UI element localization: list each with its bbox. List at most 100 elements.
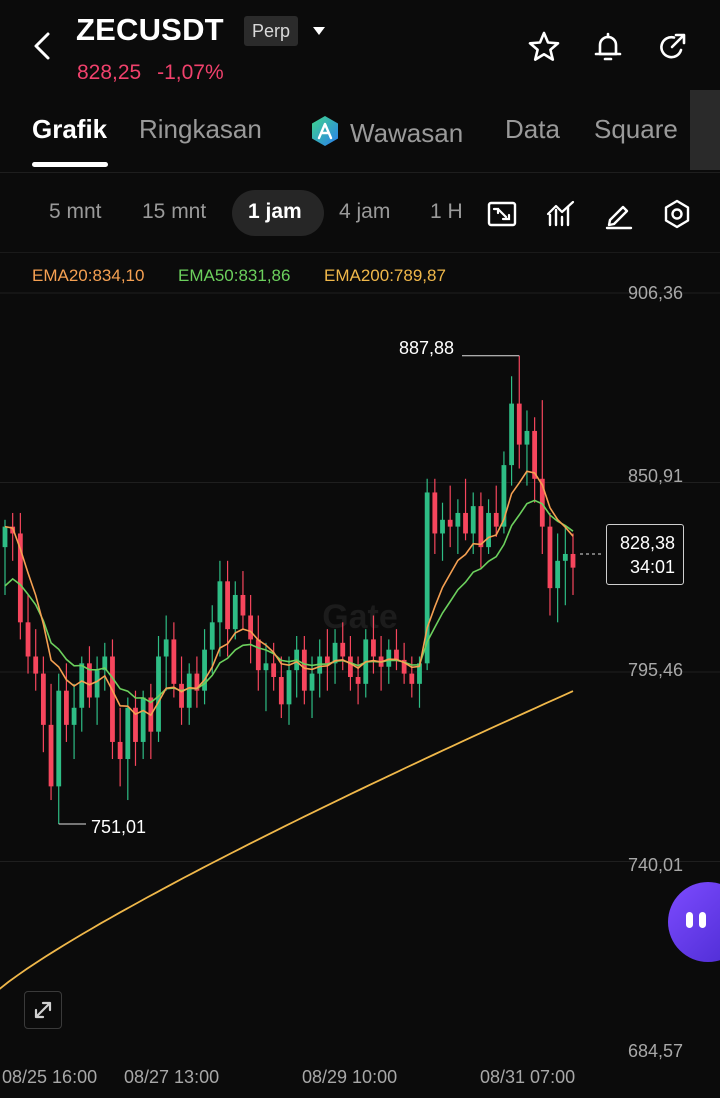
candle-body <box>386 649 392 667</box>
y-tick: 906,36 <box>628 283 684 303</box>
candle-body <box>179 683 184 708</box>
contract-badge: Perp <box>244 16 299 46</box>
candle-body <box>186 673 192 708</box>
x-tick: 08/25 16:00 <box>2 1067 98 1087</box>
ema200-line <box>0 690 574 990</box>
interval-1h[interactable]: 1 jam <box>248 200 302 224</box>
candle-body <box>478 506 484 548</box>
tab-wawasan-label: Wawasan <box>350 118 464 148</box>
candle-body <box>432 492 438 534</box>
candle-body <box>493 512 499 527</box>
interval-4h[interactable]: 4 jam <box>339 200 390 224</box>
candle-body <box>33 656 39 674</box>
tab-ringkasan[interactable]: Ringkasan <box>139 114 262 145</box>
indicator-icon <box>546 200 575 227</box>
caret-down-icon <box>313 27 325 35</box>
candle-body <box>171 639 177 684</box>
chart-type-button[interactable] <box>486 198 518 230</box>
price-chart[interactable]: Gate <box>0 253 720 1098</box>
indicator-button[interactable] <box>545 198 577 230</box>
candle-body <box>516 403 522 445</box>
candle-body <box>232 594 238 630</box>
ai-icon <box>312 116 338 146</box>
candle-body <box>48 724 54 787</box>
candle-body <box>2 526 8 548</box>
candle-body <box>532 430 538 479</box>
candle-body <box>56 690 62 787</box>
draw-icon <box>605 205 633 230</box>
candle-body <box>355 677 361 684</box>
y-tick: 740,01 <box>628 855 684 875</box>
active-tab-indicator <box>32 162 108 167</box>
candle-body <box>447 519 453 527</box>
draw-button[interactable] <box>603 198 635 230</box>
candle-body <box>64 690 69 725</box>
candle-body <box>570 553 576 568</box>
candle-body <box>348 656 353 678</box>
change-percent: -1,07% <box>157 61 224 84</box>
back-button[interactable] <box>28 28 60 64</box>
candle-body <box>324 656 330 664</box>
candle-body <box>263 663 269 671</box>
assistant-eye <box>686 912 693 928</box>
assistant-eye <box>699 912 706 928</box>
candle-body <box>440 519 445 534</box>
symbol-dropdown[interactable] <box>310 22 328 40</box>
x-tick: 08/27 13:00 <box>124 1067 220 1087</box>
favorite-button[interactable] <box>527 30 561 64</box>
current-price-tag[interactable]: 828,38 34:01 <box>606 524 684 585</box>
candle-body <box>486 512 491 548</box>
candle-body <box>240 594 246 616</box>
tabs-overflow-edge <box>690 90 720 170</box>
candle-body <box>110 656 115 742</box>
candle-body <box>340 642 346 657</box>
symbol-title[interactable]: ZECUSDT <box>76 12 224 48</box>
bell-icon <box>594 32 622 61</box>
candle-body <box>40 673 46 725</box>
tab-square[interactable]: Square <box>594 114 678 145</box>
divider <box>0 172 720 173</box>
candle-body <box>278 677 284 705</box>
candle-body <box>524 430 530 445</box>
candle-body <box>555 560 561 589</box>
interval-15m[interactable]: 15 mnt <box>142 200 206 224</box>
candle-body <box>255 639 261 671</box>
candle-body <box>117 741 123 760</box>
interval-1d[interactable]: 1 H <box>430 200 463 224</box>
candle-body <box>271 663 277 678</box>
share-button[interactable] <box>655 30 689 64</box>
candle-body <box>140 697 146 742</box>
x-tick: 08/29 10:00 <box>302 1067 398 1087</box>
candle-body <box>25 622 31 657</box>
settings-icon <box>664 199 690 229</box>
candle-body <box>209 622 215 650</box>
settings-button[interactable] <box>661 198 693 230</box>
candle-body <box>125 707 131 760</box>
candle-body <box>301 649 307 691</box>
x-tick: 08/31 07:00 <box>480 1067 576 1087</box>
candle-body <box>371 639 376 657</box>
candle-body <box>455 512 461 527</box>
share-icon <box>660 33 686 59</box>
tab-wawasan[interactable]: Wawasan <box>308 114 463 149</box>
tab-data[interactable]: Data <box>505 114 560 145</box>
candle-body <box>286 670 292 705</box>
main-tabs: Grafik Ringkasan Wawasan Data Square <box>0 108 700 156</box>
current-price-value: 828,38 <box>619 533 675 553</box>
low-marker-label: 751,01 <box>91 817 147 837</box>
tab-grafik[interactable]: Grafik <box>32 114 107 145</box>
chart-type-icon <box>487 201 517 227</box>
candle-body <box>217 581 223 623</box>
interval-5m[interactable]: 5 mnt <box>49 200 102 224</box>
candle-body <box>79 663 85 708</box>
alert-button[interactable] <box>591 30 625 64</box>
star-icon <box>528 31 560 61</box>
expand-icon <box>34 1001 52 1019</box>
candle-body <box>562 553 568 561</box>
fullscreen-button[interactable] <box>24 991 62 1029</box>
candle-body <box>394 649 399 660</box>
high-marker-label: 887,88 <box>399 338 455 358</box>
candle-body <box>470 506 476 534</box>
candle-body <box>71 707 77 725</box>
candle-body <box>309 673 315 691</box>
